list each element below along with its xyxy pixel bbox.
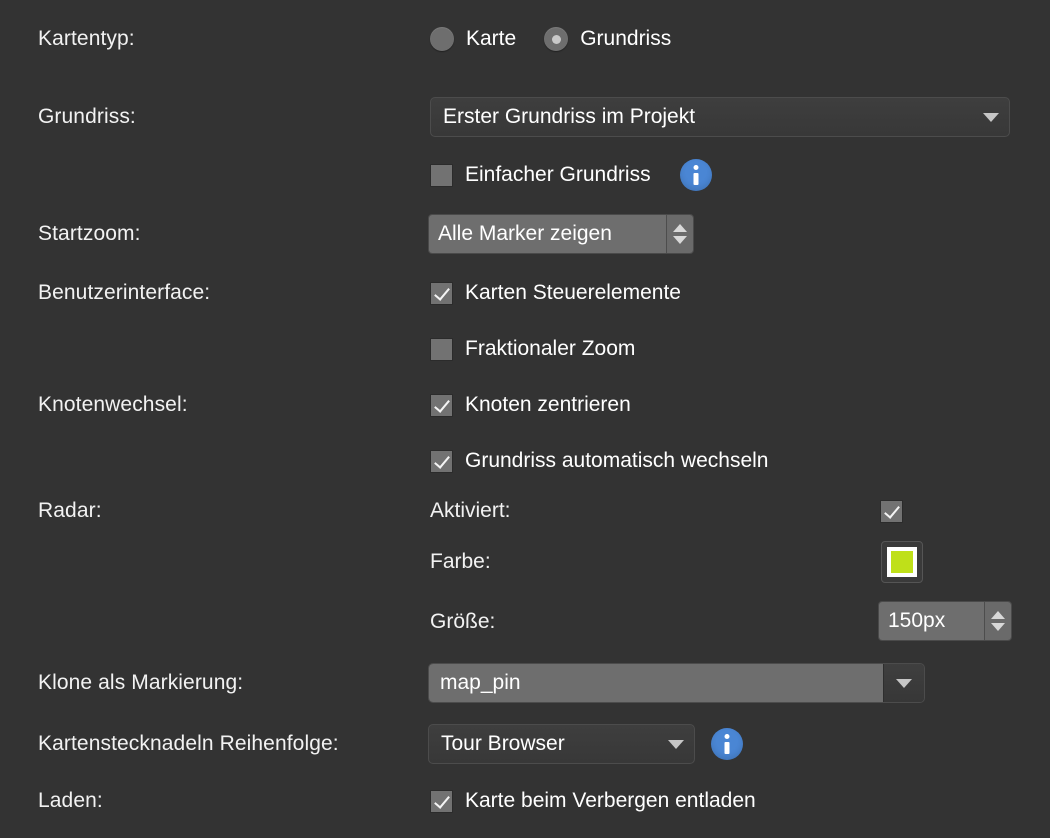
floorplan-dropdown[interactable]: Erster Grundriss im Projekt: [430, 97, 1010, 137]
row-radar-enabled: Radar: Aktiviert:: [0, 489, 1050, 533]
label-radar-size: Größe:: [430, 610, 496, 633]
info-icon-floorplan[interactable]: [679, 159, 712, 191]
ui-checkbox-2-wrap: Fraktionaler Zoom: [430, 337, 635, 361]
map-settings-panel: Kartentyp: Karte Grundriss Grundriss: Er…: [0, 0, 1050, 838]
row-pin-order: Kartenstecknadeln Reihenfolge: Tour Brow…: [0, 722, 1050, 766]
row-fractional-zoom: Fraktionaler Zoom: [0, 327, 1050, 371]
clone-marker-value[interactable]: map_pin: [429, 664, 883, 702]
row-loading: Laden: Karte beim Verbergen entladen: [0, 779, 1050, 823]
pin-order-wrap: Tour Browser: [428, 724, 743, 764]
checkbox-knoten-zentrieren-label: Knoten zentrieren: [465, 393, 631, 416]
stepper-down-icon[interactable]: [991, 623, 1005, 631]
checkbox-karten-steuerelemente[interactable]: Karten Steuerelemente: [430, 281, 681, 305]
info-icon-pin-order[interactable]: [711, 728, 743, 760]
row-startzoom: Startzoom: Alle Marker zeigen: [0, 212, 1050, 256]
row-simple-floorplan: Einfacher Grundriss: [0, 153, 1050, 197]
loading-checkbox-wrap: Karte beim Verbergen entladen: [430, 789, 756, 813]
checkbox-knoten-zentrieren[interactable]: Knoten zentrieren: [430, 393, 631, 417]
checkbox-fraktionaler-zoom-box[interactable]: [430, 337, 453, 361]
pin-order-dropdown[interactable]: Tour Browser: [428, 724, 695, 764]
radar-size-spinner[interactable]: 150px: [878, 601, 1012, 641]
ui-checkbox-1-wrap: Karten Steuerelemente: [430, 281, 681, 305]
row-node-change: Knotenwechsel: Knoten zentrieren: [0, 383, 1050, 427]
stepper-up-icon[interactable]: [673, 224, 687, 232]
map-type-radio-group: Karte Grundriss: [430, 27, 671, 51]
checkbox-karte-beim-verbergen-entladen-label: Karte beim Verbergen entladen: [465, 789, 756, 812]
checkbox-knoten-zentrieren-box[interactable]: [430, 393, 453, 417]
startzoom-stepper[interactable]: [666, 215, 693, 253]
checkbox-fraktionaler-zoom-label: Fraktionaler Zoom: [465, 337, 636, 360]
checkbox-fraktionaler-zoom[interactable]: Fraktionaler Zoom: [430, 337, 635, 361]
radio-option-karte[interactable]: Karte: [430, 27, 516, 51]
row-floorplan: Grundriss: Erster Grundriss im Projekt: [0, 95, 1050, 139]
color-swatch-radar[interactable]: [881, 541, 923, 583]
clone-marker-combo-wrap: map_pin: [428, 663, 925, 703]
radio-karte-label: Karte: [466, 27, 517, 50]
radio-grundriss-icon[interactable]: [544, 27, 569, 51]
color-swatch-frame: [887, 547, 917, 577]
checkbox-einfacher-grundriss-box[interactable]: [430, 163, 453, 187]
stepper-down-icon[interactable]: [673, 236, 687, 244]
label-radar-enabled: Aktiviert:: [430, 499, 511, 522]
node-checkbox-2-wrap: Grundriss automatisch wechseln: [430, 449, 768, 473]
row-radar-color: Farbe:: [0, 540, 1050, 584]
checkbox-radar-aktiviert[interactable]: [880, 500, 903, 523]
floorplan-dropdown-value: Erster Grundriss im Projekt: [443, 105, 696, 128]
label-user-interface: Benutzerinterface:: [38, 281, 211, 304]
label-radar: Radar:: [38, 499, 102, 522]
radar-size-stepper[interactable]: [984, 602, 1011, 640]
checkbox-einfacher-grundriss-label: Einfacher Grundriss: [465, 163, 651, 186]
radar-size-spinner-wrap: 150px: [878, 601, 1012, 641]
label-startzoom: Startzoom:: [38, 222, 141, 245]
simple-floorplan-wrap: Einfacher Grundriss: [430, 159, 712, 191]
radio-karte-icon[interactable]: [430, 27, 454, 51]
floorplan-dropdown-wrap: Erster Grundriss im Projekt: [430, 97, 1010, 137]
label-loading: Laden:: [38, 789, 103, 812]
radio-grundriss-label: Grundriss: [580, 27, 672, 50]
startzoom-spinner[interactable]: Alle Marker zeigen: [428, 214, 694, 254]
label-pin-order: Kartenstecknadeln Reihenfolge:: [38, 732, 339, 755]
label-floorplan: Grundriss:: [38, 105, 136, 128]
label-map-type: Kartentyp:: [38, 27, 135, 50]
checkbox-grundriss-automatisch-wechseln[interactable]: Grundriss automatisch wechseln: [430, 449, 768, 473]
row-map-type: Kartentyp: Karte Grundriss: [0, 17, 1050, 61]
pin-order-value: Tour Browser: [441, 732, 565, 755]
checkbox-karte-beim-verbergen-entladen[interactable]: Karte beim Verbergen entladen: [430, 789, 756, 813]
label-node-change: Knotenwechsel:: [38, 393, 188, 416]
startzoom-value[interactable]: Alle Marker zeigen: [429, 215, 666, 253]
checkbox-einfacher-grundriss[interactable]: Einfacher Grundriss: [430, 163, 651, 187]
node-checkbox-1-wrap: Knoten zentrieren: [430, 393, 631, 417]
radar-size-value[interactable]: 150px: [879, 602, 984, 640]
color-swatch-fill: [891, 551, 913, 573]
checkbox-karten-steuerelemente-box[interactable]: [430, 281, 453, 305]
row-auto-floorplan-change: Grundriss automatisch wechseln: [0, 439, 1050, 483]
chevron-down-icon: [668, 739, 684, 749]
label-radar-color: Farbe:: [430, 550, 491, 573]
chevron-down-icon: [983, 112, 999, 122]
checkbox-grundriss-automatisch-wechseln-label: Grundriss automatisch wechseln: [465, 449, 769, 472]
checkbox-grundriss-automatisch-wechseln-box[interactable]: [430, 449, 453, 473]
chevron-down-icon: [896, 678, 912, 688]
clone-marker-combobox[interactable]: map_pin: [428, 663, 925, 703]
checkbox-karte-beim-verbergen-entladen-box[interactable]: [430, 789, 453, 813]
label-clone-marker: Klone als Markierung:: [38, 671, 244, 694]
row-clone-marker: Klone als Markierung: map_pin: [0, 661, 1050, 705]
stepper-up-icon[interactable]: [991, 611, 1005, 619]
row-radar-size: Größe: 150px: [0, 600, 1050, 644]
checkbox-karten-steuerelemente-label: Karten Steuerelemente: [465, 281, 681, 304]
radio-option-grundriss[interactable]: Grundriss: [544, 27, 671, 51]
row-user-interface: Benutzerinterface: Karten Steuerelemente: [0, 271, 1050, 315]
clone-marker-dropdown-button[interactable]: [883, 664, 924, 702]
startzoom-spinner-wrap: Alle Marker zeigen: [428, 214, 694, 254]
